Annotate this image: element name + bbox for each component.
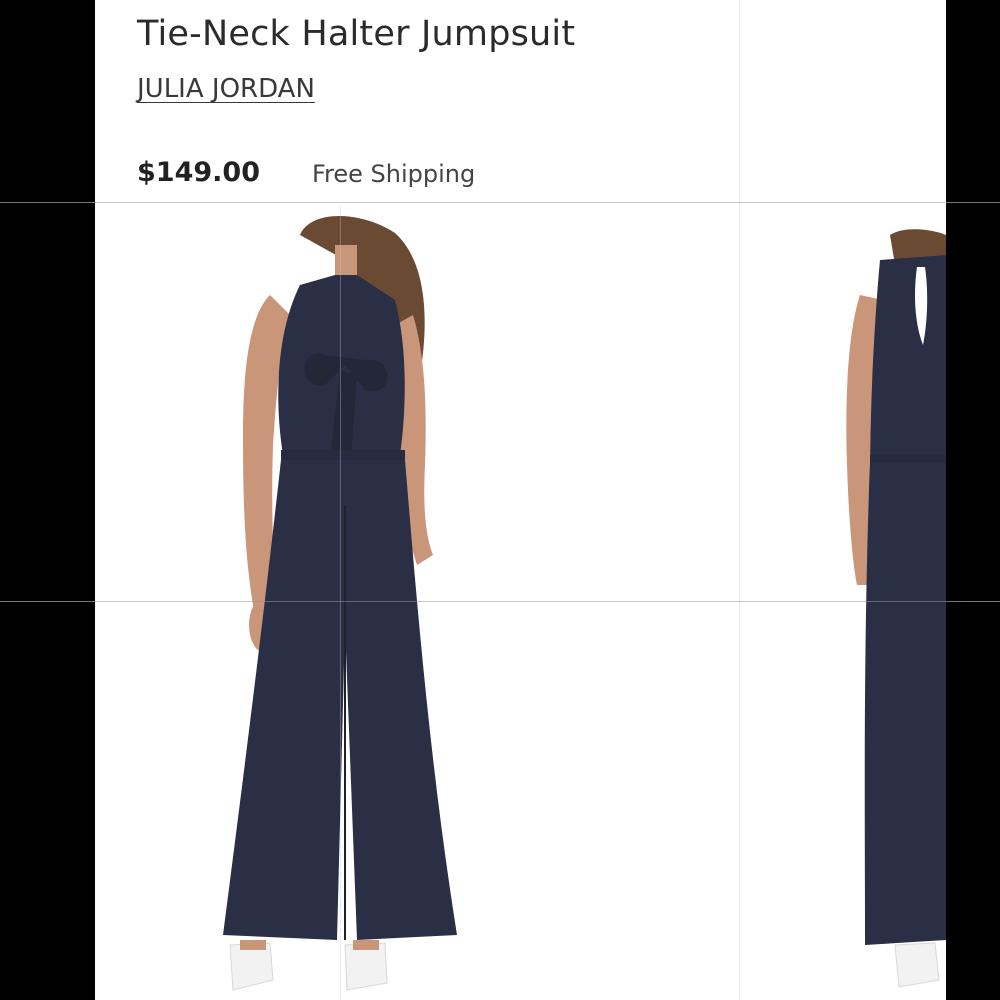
grid-line — [946, 202, 1000, 203]
product-price: $149.00 — [137, 157, 260, 188]
product-image-back[interactable] — [835, 205, 946, 1000]
left-letterbox — [0, 0, 95, 1000]
shipping-label: Free Shipping — [312, 160, 476, 188]
grid-line — [95, 202, 946, 203]
grid-line — [0, 202, 95, 203]
product-title: Tie-Neck Halter Jumpsuit — [137, 14, 576, 54]
product-image-gallery[interactable] — [95, 205, 946, 1000]
grid-line — [946, 601, 1000, 602]
grid-line — [95, 601, 946, 602]
grid-line — [340, 205, 341, 1000]
grid-line — [0, 601, 95, 602]
right-letterbox — [946, 0, 1000, 1000]
brand-link[interactable]: JULIA JORDAN — [137, 74, 315, 104]
product-panel: Tie-Neck Halter Jumpsuit JULIA JORDAN $1… — [95, 0, 946, 1000]
grid-line — [739, 0, 740, 1000]
